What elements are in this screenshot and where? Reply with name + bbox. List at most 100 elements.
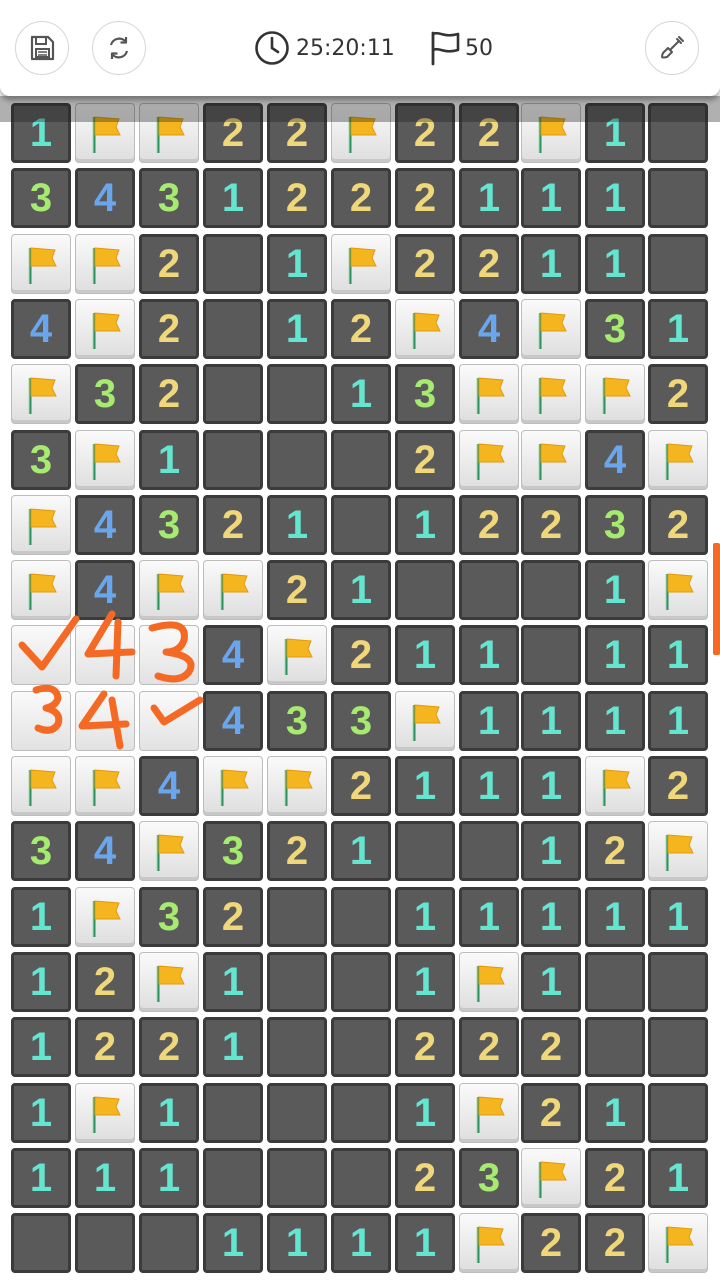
- flagged-cell[interactable]: [648, 430, 708, 490]
- number-cell[interactable]: 1: [395, 495, 455, 555]
- number-cell[interactable]: 1: [648, 1148, 708, 1208]
- empty-cell[interactable]: [11, 1213, 71, 1273]
- flagged-cell[interactable]: [395, 299, 455, 359]
- empty-cell[interactable]: [203, 430, 263, 490]
- empty-cell[interactable]: [395, 821, 455, 881]
- empty-cell[interactable]: [203, 1083, 263, 1143]
- flagged-cell[interactable]: [11, 495, 71, 555]
- number-cell[interactable]: 1: [139, 430, 199, 490]
- number-cell[interactable]: 1: [648, 299, 708, 359]
- flagged-cell[interactable]: [331, 234, 391, 294]
- empty-cell[interactable]: [203, 364, 263, 424]
- empty-cell[interactable]: [331, 430, 391, 490]
- number-cell[interactable]: 1: [331, 821, 391, 881]
- number-cell[interactable]: 2: [139, 1017, 199, 1077]
- restart-button[interactable]: [92, 21, 146, 75]
- unrevealed-cell[interactable]: [11, 691, 71, 751]
- number-cell[interactable]: 2: [585, 821, 645, 881]
- number-cell[interactable]: 1: [203, 952, 263, 1012]
- number-cell[interactable]: 2: [459, 1017, 519, 1077]
- flagged-cell[interactable]: [521, 430, 581, 490]
- number-cell[interactable]: 2: [521, 1017, 581, 1077]
- empty-cell[interactable]: [521, 625, 581, 685]
- number-cell[interactable]: 1: [331, 364, 391, 424]
- empty-cell[interactable]: [459, 560, 519, 620]
- empty-cell[interactable]: [648, 952, 708, 1012]
- flagged-cell[interactable]: [139, 560, 199, 620]
- flagged-cell[interactable]: [648, 1213, 708, 1273]
- number-cell[interactable]: 1: [395, 1213, 455, 1273]
- flagged-cell[interactable]: [75, 1083, 135, 1143]
- flagged-cell[interactable]: [11, 756, 71, 816]
- empty-cell[interactable]: [203, 234, 263, 294]
- flagged-cell[interactable]: [648, 821, 708, 881]
- number-cell[interactable]: 4: [75, 168, 135, 228]
- number-cell[interactable]: 2: [267, 821, 327, 881]
- number-cell[interactable]: 1: [267, 234, 327, 294]
- number-cell[interactable]: 1: [459, 691, 519, 751]
- empty-cell[interactable]: [648, 234, 708, 294]
- empty-cell[interactable]: [521, 560, 581, 620]
- number-cell[interactable]: 2: [395, 168, 455, 228]
- empty-cell[interactable]: [331, 952, 391, 1012]
- empty-cell[interactable]: [203, 299, 263, 359]
- flagged-cell[interactable]: [75, 299, 135, 359]
- number-cell[interactable]: 1: [521, 691, 581, 751]
- number-cell[interactable]: 4: [203, 691, 263, 751]
- unrevealed-cell[interactable]: [139, 625, 199, 685]
- number-cell[interactable]: 2: [459, 495, 519, 555]
- number-cell[interactable]: 1: [203, 1017, 263, 1077]
- number-cell[interactable]: 2: [648, 495, 708, 555]
- number-cell[interactable]: 4: [203, 625, 263, 685]
- flagged-cell[interactable]: [75, 234, 135, 294]
- number-cell[interactable]: 2: [267, 560, 327, 620]
- flagged-cell[interactable]: [75, 430, 135, 490]
- dig-mode-button[interactable]: [645, 21, 699, 75]
- number-cell[interactable]: 2: [75, 952, 135, 1012]
- flagged-cell[interactable]: [139, 952, 199, 1012]
- empty-cell[interactable]: [648, 168, 708, 228]
- flagged-cell[interactable]: [521, 364, 581, 424]
- flagged-cell[interactable]: [267, 756, 327, 816]
- number-cell[interactable]: 1: [203, 168, 263, 228]
- empty-cell[interactable]: [395, 560, 455, 620]
- empty-cell[interactable]: [585, 1017, 645, 1077]
- empty-cell[interactable]: [331, 495, 391, 555]
- number-cell[interactable]: 1: [459, 168, 519, 228]
- scrollbar-thumb[interactable]: [713, 543, 720, 655]
- number-cell[interactable]: 2: [648, 364, 708, 424]
- number-cell[interactable]: 1: [11, 1017, 71, 1077]
- flagged-cell[interactable]: [11, 234, 71, 294]
- number-cell[interactable]: 2: [459, 234, 519, 294]
- number-cell[interactable]: 2: [331, 299, 391, 359]
- empty-cell[interactable]: [267, 1017, 327, 1077]
- flagged-cell[interactable]: [459, 1213, 519, 1273]
- empty-cell[interactable]: [203, 1148, 263, 1208]
- number-cell[interactable]: 2: [585, 1148, 645, 1208]
- flagged-cell[interactable]: [203, 756, 263, 816]
- number-cell[interactable]: 1: [648, 625, 708, 685]
- number-cell[interactable]: 2: [585, 1213, 645, 1273]
- number-cell[interactable]: 1: [459, 756, 519, 816]
- number-cell[interactable]: 1: [648, 887, 708, 947]
- number-cell[interactable]: 2: [521, 1083, 581, 1143]
- number-cell[interactable]: 1: [521, 821, 581, 881]
- save-button[interactable]: [15, 21, 69, 75]
- empty-cell[interactable]: [459, 821, 519, 881]
- number-cell[interactable]: 4: [11, 299, 71, 359]
- number-cell[interactable]: 1: [11, 952, 71, 1012]
- empty-cell[interactable]: [331, 1148, 391, 1208]
- number-cell[interactable]: 1: [521, 168, 581, 228]
- empty-cell[interactable]: [267, 952, 327, 1012]
- number-cell[interactable]: 1: [395, 952, 455, 1012]
- unrevealed-cell[interactable]: [11, 625, 71, 685]
- flagged-cell[interactable]: [459, 952, 519, 1012]
- number-cell[interactable]: 2: [331, 625, 391, 685]
- empty-cell[interactable]: [267, 1148, 327, 1208]
- number-cell[interactable]: 1: [459, 625, 519, 685]
- flagged-cell[interactable]: [521, 1148, 581, 1208]
- number-cell[interactable]: 1: [395, 1083, 455, 1143]
- flagged-cell[interactable]: [459, 364, 519, 424]
- empty-cell[interactable]: [267, 364, 327, 424]
- number-cell[interactable]: 2: [521, 495, 581, 555]
